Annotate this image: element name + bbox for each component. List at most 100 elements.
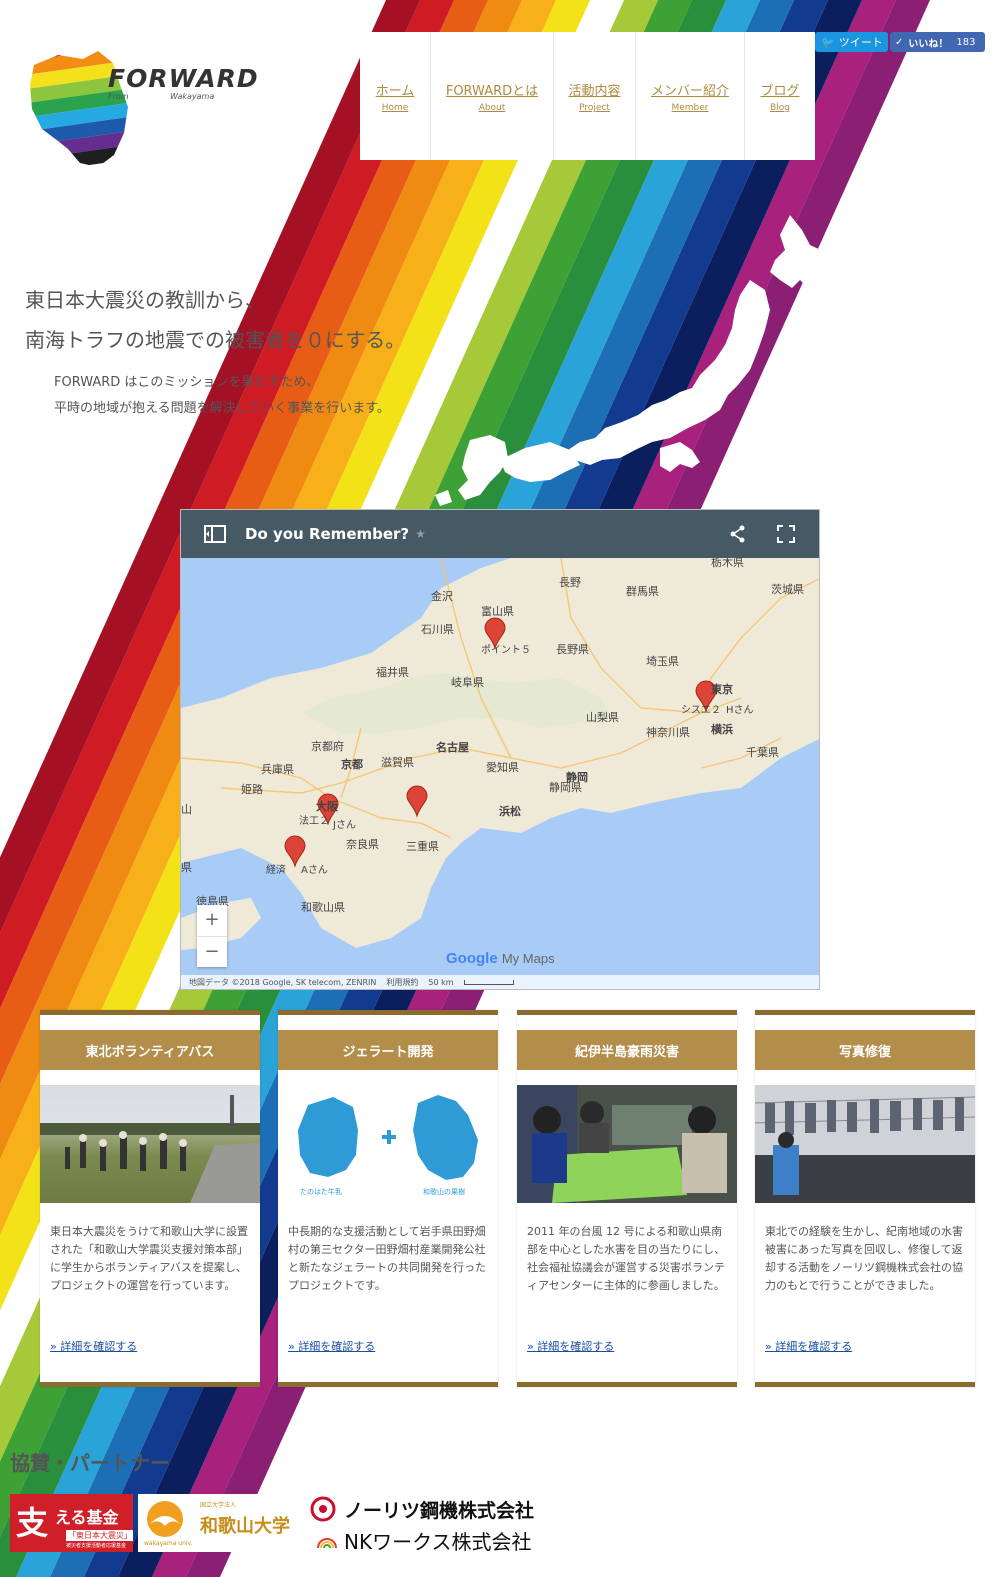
like-button[interactable]: ✓ いいね！ 183 <box>890 32 985 52</box>
sasaeru-name: える基金 <box>55 1508 119 1527</box>
card-tohoku-bus: 東北ボランティアバス 東日本大震災をうけて和歌山大学に設置された「和歌山大学震災… <box>40 1010 260 1387</box>
map-place-label: 三重県 <box>406 839 439 853</box>
map-place-label: 岐阜県 <box>451 676 484 689</box>
map-place-label: 栃木県 <box>711 558 744 569</box>
card-photo-volunteers <box>517 1085 737 1203</box>
google-wordmark: Google <box>446 950 498 967</box>
google-my-maps-brand: Google My Maps <box>446 950 555 967</box>
card-detail-link[interactable]: » 詳細を確認する <box>278 1338 498 1354</box>
logo-wakayama: Wakayama <box>170 92 215 101</box>
twitter-bird-icon: 🐦 <box>821 35 835 49</box>
illustration-label-left: たのはた牛乳 <box>300 1188 342 1196</box>
star-icon[interactable]: ★ <box>415 527 426 541</box>
nav-label-jp[interactable]: FORWARDとは <box>446 80 538 99</box>
map-place-label: シスエ２ <box>681 705 721 716</box>
map-place-label: 経済 <box>266 863 286 876</box>
card-title: ジェラート開発 <box>278 1030 498 1070</box>
nav-item-about[interactable]: FORWARDとは About <box>430 32 553 160</box>
nav-item-member[interactable]: メンバー紹介 Member <box>635 32 744 160</box>
nav-label-en[interactable]: About <box>479 103 506 113</box>
map-place-label: 兵庫県 <box>261 762 294 776</box>
map-place-label: Hさん <box>726 704 754 716</box>
card-title: 東北ボランティアバス <box>40 1030 260 1070</box>
tweet-label: ツイート <box>838 36 883 49</box>
nav-label-jp[interactable]: メンバー紹介 <box>651 80 729 99</box>
zoom-out-button[interactable]: − <box>197 936 227 967</box>
logo-wordmark[interactable]: FORWARD <box>108 64 259 93</box>
card-description: 東北での経験を生かし、紀南地域の水害被害にあった写真を回収し、修復して返却する活… <box>765 1225 963 1292</box>
fullscreen-icon[interactable] <box>777 525 795 543</box>
map-place-label: 京都府 <box>311 739 344 753</box>
nav-item-project[interactable]: 活動内容 Project <box>553 32 635 160</box>
sidebar-toggle-icon[interactable] <box>203 524 227 544</box>
nav-label-en[interactable]: Blog <box>770 103 790 113</box>
card-gelato: ジェラート開発 たのはた牛乳 和歌山の果樹 中長期的な支援活動として岩手県田野畑… <box>278 1010 498 1387</box>
card-photo-drying-photos <box>755 1085 975 1203</box>
nav-item-blog[interactable]: ブログ Blog <box>744 32 815 160</box>
logo-from: From <box>108 92 129 101</box>
map-data-credit: 地図データ ©2018 Google, SK telecom, ZENRIN <box>189 977 377 987</box>
map-place-label: 神奈川県 <box>646 725 690 739</box>
map-place-label: 静岡県 <box>549 780 582 794</box>
card-detail-link[interactable]: » 詳細を確認する <box>755 1338 975 1354</box>
tweet-button[interactable]: 🐦 ツイート <box>815 32 888 52</box>
map-place-label: ポイント５ <box>481 644 531 656</box>
rainbow-arc-icon <box>317 1538 337 1548</box>
card-detail-link[interactable]: » 詳細を確認する <box>517 1338 737 1354</box>
noritsu-emblem-icon <box>310 1496 336 1522</box>
nav-label-jp[interactable]: 活動内容 <box>568 80 620 99</box>
map-place-label: Jさん <box>332 819 356 831</box>
hero-heading: 東日本大震災の教訓から、 南海トラフの地震での被害者を０にする。 <box>25 280 405 360</box>
nav-label-en[interactable]: Member <box>671 103 708 113</box>
nav-label-en[interactable]: Home <box>382 103 409 113</box>
scale-bar <box>463 979 514 985</box>
map-title: Do you Remember? <box>245 525 410 543</box>
card-illustration-regions: たのはた牛乳 和歌山の果樹 <box>278 1085 498 1203</box>
map-header-bar: Do you Remember? ★ <box>181 510 819 558</box>
wakayama-univ-emblem-icon <box>147 1501 183 1537</box>
map-place-label: 石川県 <box>421 623 454 636</box>
map-place-label: 金沢 <box>431 589 453 603</box>
map-place-label: 奈良県 <box>346 837 379 851</box>
main-nav: ホーム Home FORWARDとは About 活動内容 Project メン… <box>360 32 815 160</box>
card-title: 紀伊半島豪雨災害 <box>517 1030 737 1070</box>
partner-noritsu-logo[interactable]: ノーリツ鋼機株式会社 NKワークス株式会社 <box>306 1494 565 1554</box>
card-description: 2011 年の台風 12 号による和歌山県南部を中心とした水害を目の当たりにし、… <box>527 1225 725 1292</box>
map-footer: 地図データ ©2018 Google, SK telecom, ZENRIN 利… <box>181 975 819 989</box>
map-canvas[interactable]: 栃木県長野群馬県 茨城県金沢富山県石川県長野県 ポイント５ 福井県岐阜県 埼玉県東京シス… <box>181 558 820 990</box>
zoom-in-button[interactable]: + <box>197 905 227 936</box>
map-place-label: 愛知県 <box>486 760 519 774</box>
embedded-google-map[interactable]: Do you Remember? ★ 栃木県 長野 群馬県 茨城県 金沢 富山県 石川県 長野… <box>180 509 820 990</box>
nav-item-home[interactable]: ホーム Home <box>360 32 430 160</box>
map-terms-link[interactable]: 利用規約 <box>386 977 418 988</box>
hero-desc-1: FORWARD はこのミッションを果たすため、 <box>54 375 320 390</box>
map-place-label: 横浜 <box>711 722 733 736</box>
map-place-label: 長野県 <box>556 643 589 656</box>
map-place-label: 福井県 <box>376 665 409 679</box>
illustration-label-right: 和歌山の果樹 <box>423 1188 465 1196</box>
map-place-label: 埼玉県 <box>646 654 679 668</box>
like-label: いいね！ <box>908 38 949 50</box>
nav-label-jp[interactable]: ブログ <box>760 80 799 99</box>
map-place-label: Aさん <box>301 864 328 876</box>
japan-map-silhouette <box>435 215 860 506</box>
map-place-label: 浜松 <box>499 804 521 818</box>
sasaeru-sub1: 「東日本大震災」 <box>66 1530 133 1541</box>
share-icon[interactable] <box>729 525 747 543</box>
like-count: 183 <box>956 36 976 48</box>
my-maps-label: My Maps <box>501 951 555 966</box>
map-place-label: 京都 <box>341 757 363 771</box>
card-detail-link[interactable]: » 詳細を確認する <box>40 1338 260 1354</box>
wakayama-univ-name: 和歌山大学 <box>200 1516 290 1537</box>
partner-wakayama-univ-logo[interactable]: wakayama univ. 国立大学法人 和歌山大学 <box>138 1494 302 1552</box>
nav-label-jp[interactable]: ホーム <box>376 80 415 99</box>
nav-label-en[interactable]: Project <box>579 103 610 113</box>
partner-sasaeru-kikin-logo[interactable]: 支 える基金 「東日本大震災」 被災者支援活動者応援基金 <box>10 1494 133 1552</box>
map-place-label: 東京 <box>711 682 733 696</box>
map-place-label: 法工２ <box>299 814 329 827</box>
nkworks-name: NKワークス株式会社 <box>344 1530 532 1554</box>
map-place-label: 富山県 <box>481 604 514 618</box>
card-kii-flood: 紀伊半島豪雨災害 2011 年の台風 12 号による和歌山県南部を中心とした水害… <box>517 1010 737 1387</box>
card-photo-restoration: 写真修復 東北での経験を生かし、紀南地域の水害被害にあった写真を回収し、修復して… <box>755 1010 975 1387</box>
hero-description: FORWARD はこのミッションを果たすため、 平時の地域が抱える問題を解決して… <box>54 370 390 422</box>
